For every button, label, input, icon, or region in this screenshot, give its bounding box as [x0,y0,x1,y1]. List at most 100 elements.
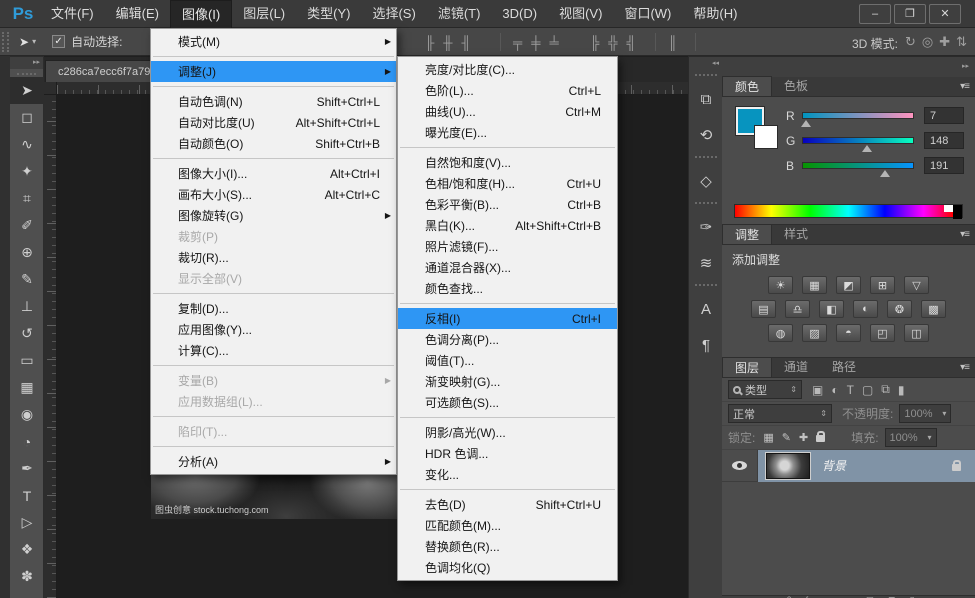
align-bottom-edges-icon[interactable]: ╧ [549,35,558,50]
channel-value-field[interactable]: 7 [924,107,964,124]
menu-item-trap[interactable]: 陷印(T)... [151,421,396,442]
filter-pixel-layers-icon[interactable]: ▣ [812,383,823,397]
submenu-item-hdr-toning[interactable]: HDR 色调... [398,443,617,464]
align-left-edges-icon[interactable]: ╟ [425,35,434,50]
submenu-item-shadows-highlights[interactable]: 阴影/高光(W)... [398,422,617,443]
blur-tool[interactable]: ◉ [10,401,44,428]
pen-tool[interactable]: ✒ [10,455,44,482]
tab-styles[interactable]: 样式 [772,224,820,244]
menubar-item-file[interactable]: 文件(F) [40,0,105,28]
brightness-contrast-icon[interactable]: ☀ [768,276,793,294]
menu-item-adjustments[interactable]: 调整(J) ▶ [151,61,396,82]
menu-item-auto-contrast[interactable]: 自动对比度(U) Alt+Shift+Ctrl+L [151,112,396,133]
3d-roll-icon[interactable]: ◎ [922,34,933,50]
options-bar-grip[interactable] [2,32,9,52]
fill-field[interactable]: 100% ▾ [885,428,937,447]
clone-stamp-tool[interactable]: ⊥ [10,293,44,320]
tools-grip[interactable] [17,69,36,75]
menubar-item-layer[interactable]: 图层(L) [232,0,296,28]
align-horizontal-centers-icon[interactable]: ╪ [531,35,540,50]
lock-transparent-pixels-icon[interactable]: ▦ [763,431,773,444]
layer-row-background[interactable]: 背景 [722,450,975,482]
panel-menu-icon[interactable]: ▾≡ [960,229,969,240]
channel-slider-thumb[interactable] [862,145,872,152]
3d-drag-icon[interactable]: ✚ [939,34,950,50]
path-selection-tool[interactable]: ▷ [10,509,44,536]
color-spectrum-bar[interactable] [734,204,963,218]
channel-mixer-icon[interactable]: ❂ [887,300,912,318]
submenu-item-desaturate[interactable]: 去色(D) Shift+Ctrl+U [398,494,617,515]
submenu-item-black-white[interactable]: 黑白(K)... Alt+Shift+Ctrl+B [398,215,617,236]
menu-item-variables[interactable]: 变量(B) ▶ [151,370,396,391]
submenu-item-equalize[interactable]: 色调均化(Q) [398,557,617,578]
panel-menu-icon[interactable]: ▾≡ [960,362,969,373]
channel-slider[interactable] [802,112,914,119]
exposure-icon[interactable]: ⊞ [870,276,895,294]
eyedropper-tool[interactable]: ✐ [10,212,44,239]
align-vertical-centers-icon[interactable]: ╫ [443,35,452,50]
distribute-spacing-icon[interactable]: ║ [668,35,677,50]
submenu-item-threshold[interactable]: 阈值(T)... [398,350,617,371]
vibrance-icon[interactable]: ▽ [904,276,929,294]
lock-image-pixels-icon[interactable]: ✎ [782,431,791,444]
submenu-item-match-color[interactable]: 匹配颜色(M)... [398,515,617,536]
submenu-item-hue-saturation[interactable]: 色相/饱和度(H)... Ctrl+U [398,173,617,194]
filter-toggle[interactable]: ▮ [898,383,905,397]
filter-type-layers-icon[interactable]: T [847,383,854,397]
menu-item-duplicate[interactable]: 复制(D)... [151,298,396,319]
selective-color-icon[interactable]: ◫ [904,324,929,342]
distribute-right-icon[interactable]: ╣ [626,35,635,50]
blend-mode-dropdown[interactable]: 正常 ⇕ [728,404,832,423]
align-right-edges-icon[interactable]: ╢ [461,35,470,50]
channel-slider[interactable] [802,137,914,144]
distribute-center-icon[interactable]: ╬ [608,35,617,50]
menu-item-reveal-all[interactable]: 显示全部(V) [151,268,396,289]
menubar-item-window[interactable]: 窗口(W) [613,0,682,28]
posterize-icon[interactable]: ▨ [802,324,827,342]
align-top-edges-icon[interactable]: ╤ [513,35,522,50]
lasso-tool[interactable]: ∿ [10,131,44,158]
lock-position-icon[interactable]: ✚ [799,431,808,444]
menubar-item-type[interactable]: 类型(Y) [296,0,361,28]
submenu-item-levels[interactable]: 色阶(L)... Ctrl+L [398,80,617,101]
dodge-tool[interactable]: ◔ [10,428,44,455]
menu-item-mode[interactable]: 模式(M) ▶ [151,31,396,52]
menubar-item-filter[interactable]: 滤镜(T) [427,0,492,28]
submenu-item-curves[interactable]: 曲线(U)... Ctrl+M [398,101,617,122]
tab-adjustments[interactable]: 调整 [722,224,772,244]
history-brush-tool[interactable]: ↺ [10,320,44,347]
tab-channels[interactable]: 通道 [772,357,820,377]
move-tool-icon[interactable]: ➤ [19,35,29,49]
submenu-item-photo-filter[interactable]: 照片滤镜(F)... [398,236,617,257]
layer-filter-dropdown[interactable]: 类型 ⇕ [728,380,802,399]
submenu-item-exposure[interactable]: 曝光度(E)... [398,122,617,143]
eraser-tool[interactable]: ▭ [10,347,44,374]
invert-icon[interactable]: ◍ [768,324,793,342]
submenu-item-invert[interactable]: 反相(I) Ctrl+I [398,308,617,329]
layer-thumbnail[interactable] [766,453,810,479]
color-lookup-icon[interactable]: ▩ [921,300,946,318]
background-color-swatch[interactable] [754,125,778,149]
panels-expand-icon[interactable]: ▸▸ [722,57,975,77]
color-balance-icon[interactable]: ♎ [785,300,810,318]
tools-collapse-icon[interactable]: ▸▸ [10,57,43,69]
brush-tool[interactable]: ✎ [10,266,44,293]
close-button[interactable]: ✕ [929,4,961,24]
restore-button[interactable]: ❐ [894,4,926,24]
spectrum-black-swatch[interactable] [953,205,962,219]
tool-preset-caret-icon[interactable]: ▾ [32,37,36,46]
submenu-item-gradient-map[interactable]: 渐变映射(G)... [398,371,617,392]
channel-slider[interactable] [802,162,914,169]
submenu-item-selective-color[interactable]: 可选颜色(S)... [398,392,617,413]
menu-item-auto-tone[interactable]: 自动色调(N) Shift+Ctrl+L [151,91,396,112]
tab-layers[interactable]: 图层 [722,357,772,377]
submenu-item-channel-mixer[interactable]: 通道混合器(X)... [398,257,617,278]
rectangular-marquee-tool[interactable]: ◻ [10,104,44,131]
menubar-item-view[interactable]: 视图(V) [548,0,613,28]
menubar-item-help[interactable]: 帮助(H) [682,0,748,28]
panel-menu-icon[interactable]: ▾≡ [960,81,969,92]
menu-item-image-rotation[interactable]: 图像旋转(G) ▶ [151,205,396,226]
brush-presets-panel-icon[interactable]: ≋ [689,245,723,281]
distribute-left-icon[interactable]: ╠ [590,35,599,50]
levels-icon[interactable]: ▦ [802,276,827,294]
